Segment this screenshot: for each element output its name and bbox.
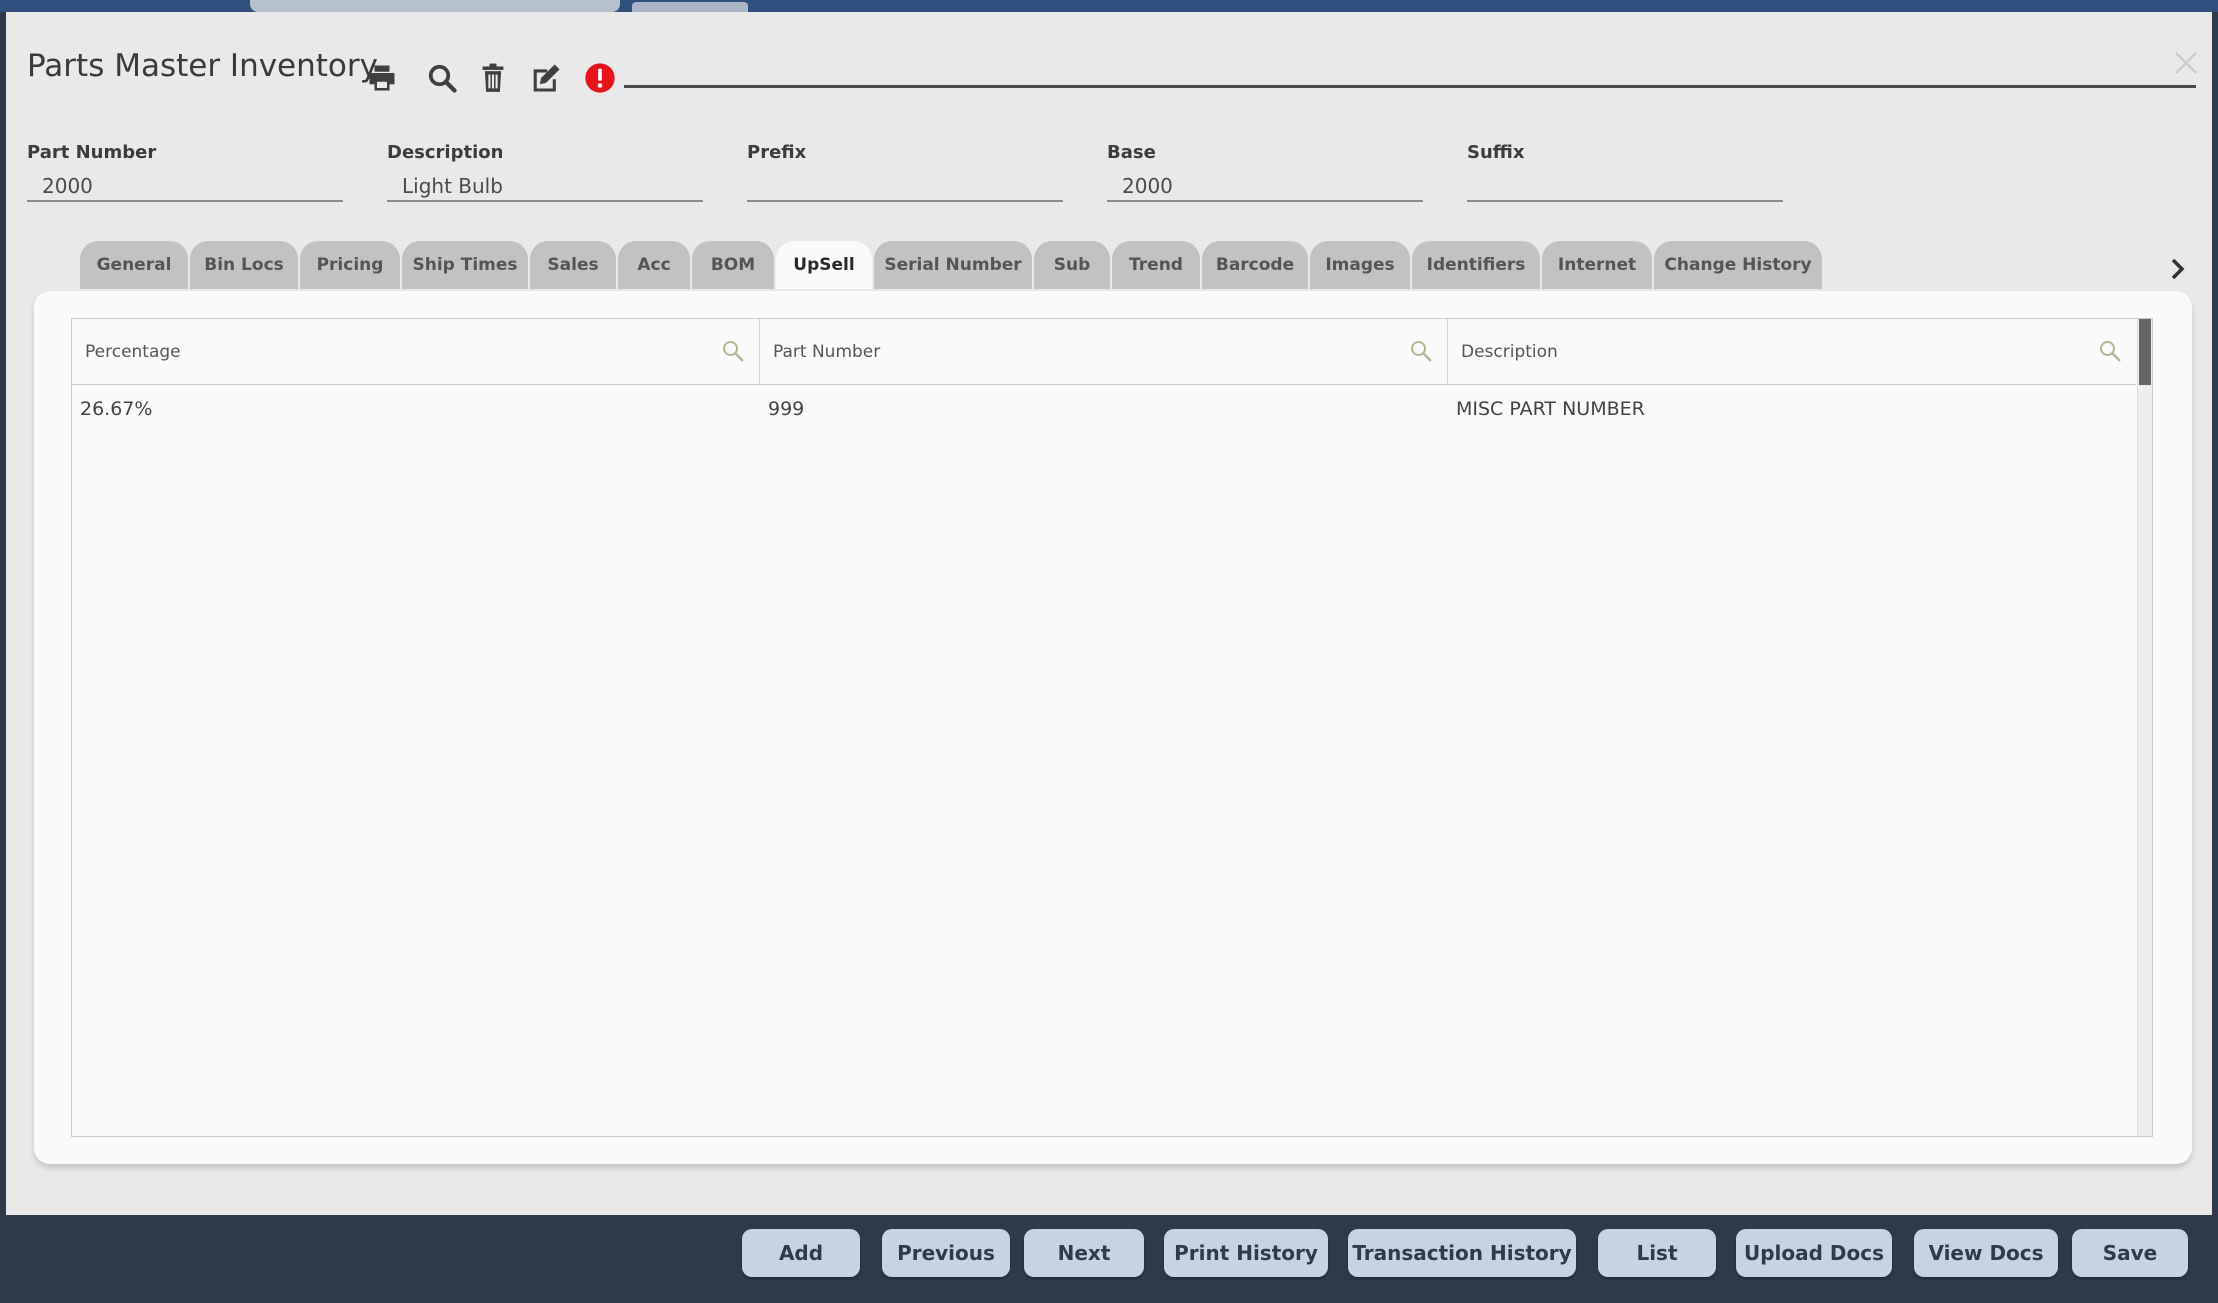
part-number-field[interactable] [27,172,343,202]
scrollbar-thumb[interactable] [2139,319,2151,385]
upsell-grid: Percentage Part Number Description 26.67… [71,318,2153,1137]
view-docs-button[interactable]: View Docs [1914,1229,2058,1277]
table-row[interactable]: 26.67% 999 MISC PART NUMBER [72,385,2136,433]
tab-acc[interactable]: Acc [618,241,690,289]
background-tab [250,0,620,12]
previous-button[interactable]: Previous [882,1229,1010,1277]
tab-general[interactable]: General [80,241,188,289]
close-icon[interactable] [2171,48,2201,78]
grid-header: Percentage Part Number Description [72,319,2136,385]
column-label: Description [1461,342,1558,362]
tab-bar: General Bin Locs Pricing Ship Times Sale… [80,241,1824,289]
base-field[interactable] [1107,172,1423,202]
chevron-right-icon[interactable] [2166,255,2190,283]
prefix-field[interactable] [747,172,1063,202]
vertical-scrollbar[interactable] [2137,319,2152,1136]
transaction-history-button[interactable]: Transaction History [1348,1229,1576,1277]
search-icon[interactable] [1409,339,1433,363]
trash-icon[interactable] [475,60,511,96]
table-cell: 999 [768,398,805,420]
prefix-label: Prefix [747,142,807,163]
suffix-field[interactable] [1467,172,1783,202]
search-icon[interactable] [2098,339,2122,363]
column-header-part-number[interactable]: Part Number [760,319,1448,384]
suffix-label: Suffix [1467,142,1525,163]
parts-master-inventory-dialog: Parts Master Inventory Part Number Descr… [6,12,2212,1215]
tab-trend[interactable]: Trend [1112,241,1200,289]
part-number-label: Part Number [27,142,157,163]
tab-pricing[interactable]: Pricing [300,241,400,289]
tab-internet[interactable]: Internet [1542,241,1652,289]
save-button[interactable]: Save [2072,1229,2188,1277]
tab-barcode[interactable]: Barcode [1202,241,1308,289]
tab-ship-times[interactable]: Ship Times [402,241,528,289]
alert-icon[interactable] [582,60,618,96]
tab-images[interactable]: Images [1310,241,1410,289]
title-divider [624,85,2196,88]
column-label: Part Number [773,342,881,362]
tab-sub[interactable]: Sub [1034,241,1110,289]
next-button[interactable]: Next [1024,1229,1144,1277]
edit-icon[interactable] [528,60,564,96]
footer-action-bar: Add Previous Next Print History Transact… [6,1215,2212,1303]
tab-serial-number[interactable]: Serial Number [874,241,1032,289]
upload-docs-button[interactable]: Upload Docs [1736,1229,1892,1277]
tab-identifiers[interactable]: Identifiers [1412,241,1540,289]
column-label: Percentage [85,342,181,362]
list-button[interactable]: List [1598,1229,1716,1277]
page-title: Parts Master Inventory [27,48,378,84]
tab-change-history[interactable]: Change History [1654,241,1822,289]
base-label: Base [1107,142,1156,163]
search-icon[interactable] [424,60,460,96]
search-icon[interactable] [721,339,745,363]
tab-sales[interactable]: Sales [530,241,616,289]
column-header-percentage[interactable]: Percentage [72,319,760,384]
description-label: Description [387,142,504,163]
column-header-description[interactable]: Description [1448,319,2136,384]
print-icon[interactable] [364,60,400,96]
background-tab [632,2,748,12]
upsell-panel: Percentage Part Number Description 26.67… [34,291,2192,1164]
tab-bin-locs[interactable]: Bin Locs [190,241,298,289]
tab-bom[interactable]: BOM [692,241,774,289]
print-history-button[interactable]: Print History [1164,1229,1328,1277]
table-cell: 26.67% [80,398,153,420]
description-field[interactable] [387,172,703,202]
browser-top-strip [0,0,2218,12]
table-cell: MISC PART NUMBER [1456,398,1645,420]
add-button[interactable]: Add [742,1229,860,1277]
tab-upsell[interactable]: UpSell [776,241,872,289]
